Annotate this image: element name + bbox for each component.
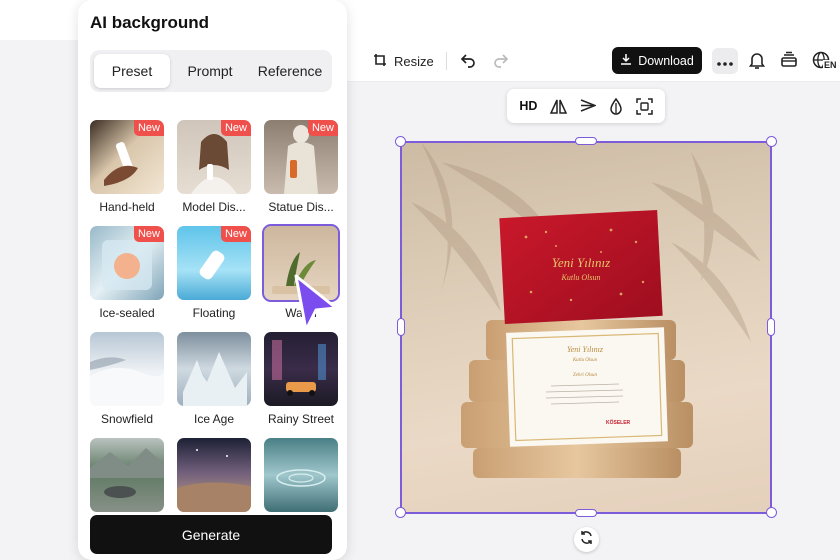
preset-thumbnail bbox=[177, 332, 251, 406]
hd-button[interactable]: HD bbox=[519, 99, 537, 113]
more-icon bbox=[717, 54, 733, 69]
preset-ice-sealed[interactable]: New Ice-sealed bbox=[90, 226, 164, 320]
language-code: EN bbox=[823, 60, 838, 70]
tab-bar: Preset Prompt Reference bbox=[90, 50, 332, 92]
preset-label: Model Dis... bbox=[182, 200, 246, 214]
redo-icon bbox=[492, 51, 509, 71]
rotate-button[interactable] bbox=[574, 527, 599, 552]
resize-handle-right[interactable] bbox=[767, 318, 775, 336]
toolbar-divider bbox=[446, 52, 447, 70]
image-edit-toolbar: HD bbox=[507, 89, 665, 123]
preset-label: Statue Dis... bbox=[268, 200, 334, 214]
preset-statue-display[interactable]: New Statue Dis... bbox=[264, 120, 338, 214]
flip-vertical-icon[interactable] bbox=[580, 98, 597, 114]
download-label: Download bbox=[638, 53, 694, 68]
layers-icon bbox=[780, 51, 798, 72]
resize-handle-bottom-right[interactable] bbox=[766, 507, 777, 518]
crop-icon[interactable] bbox=[635, 97, 653, 115]
card-back-name: Zehri Olsun bbox=[573, 373, 598, 378]
preset-thumbnail bbox=[264, 438, 338, 512]
preset-ice-age[interactable]: Ice Age bbox=[177, 332, 251, 426]
resize-handle-top-right[interactable] bbox=[766, 136, 777, 147]
preset-floating[interactable]: New Floating bbox=[177, 226, 251, 320]
new-badge: New bbox=[220, 120, 251, 136]
preset-rainy-street[interactable]: Rainy Street bbox=[264, 332, 338, 426]
globe-icon: EN bbox=[812, 51, 838, 73]
undo-button[interactable] bbox=[460, 51, 477, 71]
new-badge: New bbox=[307, 120, 338, 136]
preset-thumbnail bbox=[264, 332, 338, 406]
generate-button[interactable]: Generate bbox=[90, 515, 332, 554]
resize-handle-bottom-left[interactable] bbox=[395, 507, 406, 518]
preset-thumbnail: New bbox=[90, 120, 164, 194]
card-back-title: Yeni Yılınız bbox=[567, 345, 604, 354]
flip-horizontal-icon[interactable] bbox=[550, 99, 568, 114]
card-brand: KÖSELER bbox=[606, 419, 631, 426]
panel-title: AI background bbox=[90, 13, 210, 32]
resize-handle-left[interactable] bbox=[397, 318, 405, 336]
preset-snowfield[interactable]: Snowfield bbox=[90, 332, 164, 426]
rotate-icon bbox=[579, 530, 594, 550]
resize-handle-bottom[interactable] bbox=[575, 509, 597, 517]
layers-button[interactable] bbox=[780, 51, 798, 72]
tab-preset[interactable]: Preset bbox=[94, 54, 170, 88]
redo-button[interactable] bbox=[492, 51, 509, 71]
preset-label: Floating bbox=[192, 306, 236, 320]
resize-icon bbox=[372, 52, 388, 71]
language-button[interactable]: EN bbox=[812, 51, 838, 73]
preset-label: Ice-sealed bbox=[99, 306, 155, 320]
preset-label: Rainy Street bbox=[267, 412, 335, 426]
mouse-pointer-icon bbox=[292, 274, 340, 337]
resize-handle-top-left[interactable] bbox=[395, 136, 406, 147]
card-front-subtitle: Kutlu Olsun bbox=[561, 273, 601, 282]
notifications-button[interactable] bbox=[748, 51, 766, 73]
preset-thumbnail bbox=[90, 438, 164, 512]
tab-prompt[interactable]: Prompt bbox=[172, 54, 248, 88]
preset-thumbnail: New bbox=[177, 120, 251, 194]
resize-label: Resize bbox=[394, 54, 434, 69]
new-badge: New bbox=[133, 120, 164, 136]
new-badge: New bbox=[220, 226, 251, 242]
preset-thumbnail: New bbox=[90, 226, 164, 300]
preset-thumbnail: New bbox=[177, 226, 251, 300]
download-button[interactable]: Download bbox=[612, 47, 702, 74]
preset-label: Hand-held bbox=[99, 200, 155, 214]
preset-hand-held[interactable]: New Hand-held bbox=[90, 120, 164, 214]
preset-label: Snowfield bbox=[100, 412, 154, 426]
card-front-title: Yeni Yılınız bbox=[552, 255, 610, 270]
preset-thumbnail: New bbox=[264, 120, 338, 194]
editor-toolbar: Resize Download EN bbox=[340, 40, 840, 82]
download-icon bbox=[620, 53, 632, 68]
undo-icon bbox=[460, 51, 477, 71]
resize-button[interactable]: Resize bbox=[372, 52, 434, 71]
preset-thumbnail bbox=[90, 332, 164, 406]
bell-icon bbox=[748, 51, 766, 73]
color-drop-icon[interactable] bbox=[609, 97, 623, 115]
tab-reference[interactable]: Reference bbox=[250, 54, 330, 88]
preset-thumbnail bbox=[177, 438, 251, 512]
preset-model-display[interactable]: New Model Dis... bbox=[177, 120, 251, 214]
more-options-button[interactable] bbox=[712, 48, 738, 74]
new-badge: New bbox=[133, 226, 164, 242]
canvas-image[interactable]: Yeni Yılınız Kutlu Olsun Yeni Yılınız Ku… bbox=[401, 142, 771, 513]
resize-handle-top[interactable] bbox=[575, 137, 597, 145]
preset-label: Ice Age bbox=[193, 412, 235, 426]
card-back-subtitle: Kutlu Olsun bbox=[572, 358, 598, 363]
